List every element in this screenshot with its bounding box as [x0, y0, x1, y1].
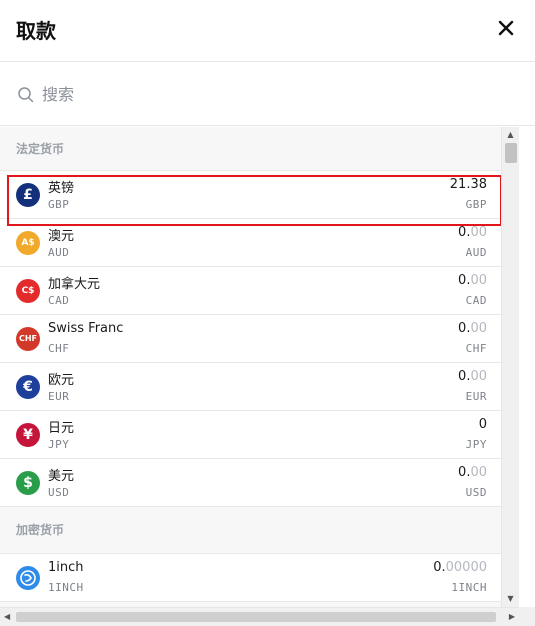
currency-amount: 0.00 — [458, 225, 487, 240]
1inch-icon — [16, 566, 40, 590]
cad-icon: C$ — [16, 279, 40, 303]
scroll-left-arrow-icon[interactable]: ◀ — [4, 612, 10, 621]
scroll-thumb[interactable] — [505, 143, 517, 163]
currency-unit: GBP — [465, 198, 487, 211]
currency-code: USD — [48, 486, 70, 499]
scroll-right-arrow-icon[interactable]: ▶ — [509, 612, 515, 621]
currency-row-aud[interactable]: A$ 澳元 AUD 0.00 AUD — [0, 219, 501, 267]
currency-row-eur[interactable]: € 欧元 EUR 0.00 EUR — [0, 363, 501, 411]
chf-icon: CHF — [16, 327, 40, 351]
currency-amount: 0.00 — [458, 369, 487, 384]
close-icon[interactable] — [494, 16, 518, 40]
currency-row-1inch[interactable]: 1inch 1INCH 0.00000 1INCH — [0, 554, 501, 602]
section-header-crypto: 加密货币 — [0, 507, 501, 554]
aud-icon: A$ — [16, 231, 40, 255]
search-bar — [0, 62, 535, 126]
currency-name: 欧元 — [48, 373, 75, 388]
currency-row-chf[interactable]: CHF Swiss Franc CHF 0.00 CHF — [0, 315, 501, 363]
currency-unit: 1INCH — [451, 581, 487, 594]
currency-code: 1INCH — [48, 581, 84, 594]
scroll-down-arrow-icon[interactable]: ▼ — [502, 593, 519, 605]
currency-code: AUD — [48, 246, 70, 259]
currency-name: 美元 — [48, 469, 75, 484]
currency-name: 澳元 — [48, 229, 75, 244]
currency-unit: EUR — [465, 390, 487, 403]
currency-row-jpy[interactable]: ¥ 日元 JPY 0 JPY — [0, 411, 501, 459]
scroll-up-arrow-icon[interactable]: ▲ — [502, 129, 519, 141]
currency-unit: CAD — [465, 294, 487, 307]
currency-row-usd[interactable]: $ 美元 USD 0.00 USD — [0, 459, 501, 507]
vertical-scrollbar[interactable]: ▲ ▼ — [501, 127, 519, 607]
currency-amount: 21.38 — [449, 177, 487, 192]
currency-name: 1inch — [48, 560, 84, 575]
horizontal-scroll-thumb[interactable] — [16, 612, 496, 622]
dialog-title: 取款 — [16, 19, 56, 43]
dialog-header: 取款 — [0, 0, 535, 62]
currency-row-gbp[interactable]: £ 英镑 GBP 21.38 GBP — [0, 171, 501, 219]
dollar-icon: $ — [16, 471, 40, 495]
currency-unit: AUD — [465, 246, 487, 259]
currency-code: CAD — [48, 294, 70, 307]
section-header-fiat: 法定货币 — [0, 127, 501, 171]
euro-icon: € — [16, 375, 40, 399]
currency-unit: CHF — [465, 342, 487, 355]
currency-unit: USD — [465, 486, 487, 499]
currency-amount: 0 — [478, 417, 487, 432]
currency-amount: 0.00 — [458, 465, 487, 480]
currency-amount: 0.00 — [458, 321, 487, 336]
currency-code: GBP — [48, 198, 70, 211]
scrollbar-corner — [519, 607, 535, 626]
currency-name: 英镑 — [48, 181, 75, 196]
currency-name: 加拿大元 — [48, 277, 101, 292]
search-icon — [17, 86, 35, 104]
yen-icon: ¥ — [16, 423, 40, 447]
currency-code: JPY — [48, 438, 70, 451]
search-input[interactable] — [42, 80, 492, 108]
currency-unit: JPY — [465, 438, 487, 451]
currency-name: Swiss Franc — [48, 321, 124, 336]
pound-icon: £ — [16, 183, 40, 207]
currency-amount: 0.00 — [458, 273, 487, 288]
currency-code: CHF — [48, 342, 70, 355]
currency-row-cad[interactable]: C$ 加拿大元 CAD 0.00 CAD — [0, 267, 501, 315]
currency-name: 日元 — [48, 421, 75, 436]
currency-code: EUR — [48, 390, 70, 403]
horizontal-scrollbar[interactable]: ◀ ▶ — [0, 607, 519, 626]
currency-list: 法定货币 £ 英镑 GBP 21.38 GBP A$ 澳元 AUD 0.00 A… — [0, 127, 501, 607]
currency-amount: 0.00000 — [433, 560, 487, 575]
